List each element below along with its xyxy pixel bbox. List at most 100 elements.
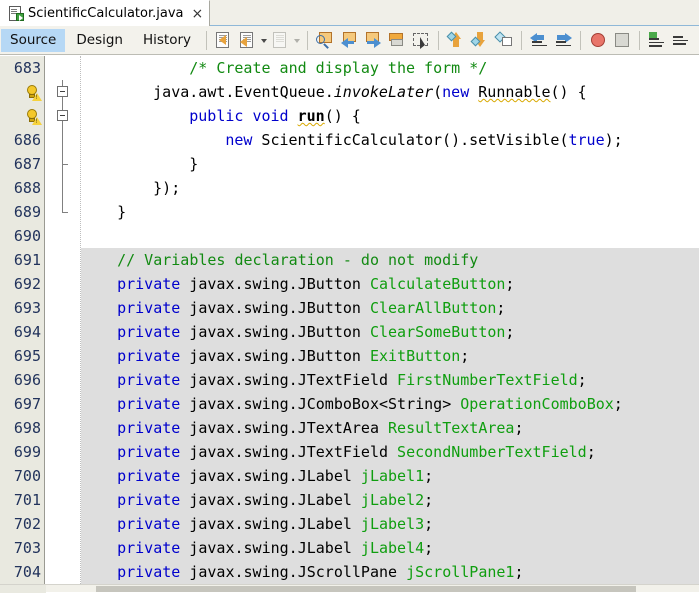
code-token: javax.swing.JButton	[180, 299, 370, 317]
shift-line-left-icon[interactable]	[237, 29, 259, 51]
code-line: /* Create and display the form */	[189, 56, 487, 80]
line-number: 695	[13, 347, 41, 365]
line-number: 686	[13, 131, 41, 149]
code-token: javax.swing.JLabel	[180, 539, 361, 557]
code-line: java.awt.EventQueue.invokeLater(new Runn…	[153, 80, 587, 104]
toolbar-separator	[438, 30, 440, 50]
code-token: private	[117, 467, 181, 485]
shift-line-right-icon[interactable]	[270, 29, 292, 51]
code-token: ;	[424, 515, 434, 533]
toggle-bookmark-icon[interactable]	[493, 29, 515, 51]
line-number: 704	[13, 563, 41, 581]
code-fold-bar[interactable]	[46, 56, 80, 584]
file-tab-label: ScientificCalculator.java	[28, 6, 184, 21]
uncomment-icon[interactable]	[670, 29, 692, 51]
code-line: }	[189, 152, 198, 176]
code-line: private javax.swing.JLabel jLabel2;	[117, 488, 433, 512]
code-token: () {	[550, 83, 587, 101]
code-line: // Variables declaration - do not modify	[117, 248, 478, 272]
tab-history[interactable]: History	[134, 29, 200, 52]
horizontal-scrollbar-thumb[interactable]	[96, 586, 636, 592]
code-line: new ScientificCalculator().setVisible(tr…	[225, 128, 622, 152]
close-icon[interactable]: ×	[192, 7, 204, 21]
find-selection-icon[interactable]	[314, 29, 336, 51]
code-token: javax.swing.JTextField	[180, 443, 398, 461]
line-number: 694	[13, 323, 41, 341]
code-token: });	[153, 179, 181, 197]
code-token: private	[117, 299, 181, 317]
stop-macro-recording-icon[interactable]	[611, 29, 633, 51]
code-line: public void run() {	[189, 104, 361, 128]
line-number: 692	[13, 275, 41, 293]
code-token: javax.swing.JScrollPane	[180, 563, 407, 581]
next-bookmark-icon[interactable]	[469, 29, 491, 51]
code-token: ClearAllButton	[369, 299, 497, 317]
file-tab-scientificcalculator[interactable]: ScientificCalculator.java ×	[0, 0, 211, 26]
toolbar-separator	[639, 30, 641, 50]
line-number: 697	[13, 395, 41, 413]
start-macro-recording-icon[interactable]	[587, 29, 609, 51]
warning-lightbulb-icon[interactable]	[26, 109, 42, 125]
code-token: true	[568, 131, 605, 149]
warning-lightbulb-icon[interactable]	[26, 85, 42, 101]
toggle-highlight-icon[interactable]	[386, 29, 408, 51]
code-token: ;	[424, 539, 434, 557]
java-file-icon	[8, 6, 24, 21]
code-token: javax.swing.JButton	[180, 275, 370, 293]
code-line: private javax.swing.JButton CalculateBut…	[117, 272, 514, 296]
toolbar-separator	[521, 30, 523, 50]
code-token: OperationComboBox	[460, 395, 614, 413]
code-token: jLabel2	[360, 491, 425, 509]
last-edit-icon[interactable]	[213, 29, 235, 51]
line-number: 693	[13, 299, 41, 317]
find-next-icon[interactable]	[362, 29, 384, 51]
editor-toolbar: Source Design History	[0, 26, 699, 55]
code-token: jLabel4	[360, 539, 425, 557]
fold-end-marker	[62, 164, 68, 165]
shift-line-right-dropdown-icon	[293, 29, 302, 51]
line-number: 698	[13, 419, 41, 437]
code-line: private javax.swing.JScrollPane jScrollP…	[117, 560, 523, 584]
code-token: javax.swing.JLabel	[180, 491, 361, 509]
code-token: ClearSomeButton	[369, 323, 506, 341]
code-token: javax.swing.JButton	[180, 347, 370, 365]
code-token: Runnable	[478, 83, 551, 101]
code-line: private javax.swing.JLabel jLabel3;	[117, 512, 433, 536]
tab-design[interactable]: Design	[67, 29, 132, 52]
code-line: private javax.swing.JTextArea ResultText…	[117, 416, 523, 440]
toggle-rectangular-selection-icon[interactable]	[410, 29, 432, 51]
code-surface[interactable]: /* Create and display the form */ java.aw…	[81, 56, 699, 584]
code-token: jLabel1	[360, 467, 425, 485]
code-line: });	[153, 176, 180, 200]
horizontal-scrollbar[interactable]	[0, 584, 699, 593]
code-token: /* Create and display the form */	[189, 59, 488, 77]
code-token: new	[225, 131, 253, 149]
code-editor[interactable]: 683 686 687 688 689 690 691 692 693 694 695 696 697 6…	[0, 56, 699, 584]
code-token: ;	[577, 371, 587, 389]
code-line: private javax.swing.JLabel jLabel4;	[117, 536, 433, 560]
code-token: invokeLater	[333, 83, 434, 101]
shift-left-icon[interactable]	[528, 29, 550, 51]
toolbar-separator	[580, 30, 582, 50]
line-number: 703	[13, 539, 41, 557]
line-number-gutter[interactable]: 683 686 687 688 689 690 691 692 693 694 695 696 697 6…	[0, 56, 45, 584]
line-number: 687	[13, 155, 41, 173]
code-token: private	[117, 491, 181, 509]
line-number: 691	[13, 251, 41, 269]
find-previous-icon[interactable]	[338, 29, 360, 51]
code-token: private	[117, 443, 181, 461]
file-tab-bar: ScientificCalculator.java ×	[0, 0, 699, 26]
comment-icon[interactable]	[646, 29, 668, 51]
fold-collapse-toggle[interactable]	[57, 86, 68, 97]
line-number: 699	[13, 443, 41, 461]
code-token: void	[252, 107, 289, 125]
code-line: private javax.swing.JButton ClearSomeBut…	[117, 320, 514, 344]
tab-source[interactable]: Source	[1, 28, 66, 52]
previous-bookmark-icon[interactable]	[445, 29, 467, 51]
code-token: private	[117, 395, 181, 413]
code-token: ;	[613, 395, 623, 413]
shift-line-left-dropdown-icon[interactable]	[260, 29, 269, 51]
fold-collapse-toggle[interactable]	[57, 110, 68, 121]
shift-right-icon[interactable]	[552, 29, 574, 51]
code-token: ;	[505, 323, 515, 341]
